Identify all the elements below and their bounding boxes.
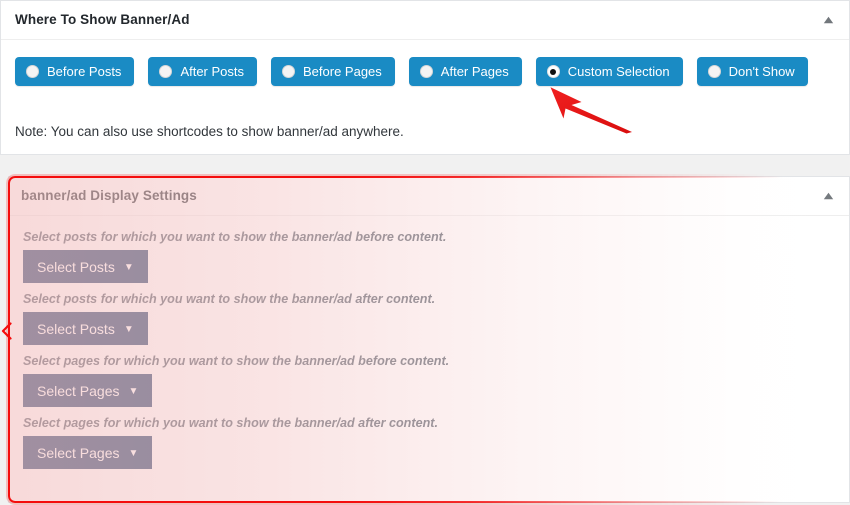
select-button-label: Select Pages (37, 444, 120, 461)
panel-body-display-settings: Select posts for which you want to show … (9, 216, 849, 478)
radio-unchecked-icon (159, 65, 173, 78)
option-label: Before Pages (303, 64, 382, 79)
option-after-posts[interactable]: After Posts (148, 57, 258, 86)
option-label: After Pages (440, 64, 509, 79)
label-posts-after-content: Select posts for which you want to show … (23, 292, 436, 307)
radio-unchecked-icon (707, 65, 721, 78)
select-pages-after-dropdown[interactable]: Select Pages ▼ (23, 436, 153, 470)
label-pages-after-content: Select pages for which you want to show … (23, 416, 438, 431)
chevron-down-icon: ▼ (123, 261, 134, 273)
option-after-pages[interactable]: After Pages (408, 57, 522, 86)
panel-header-display-settings[interactable]: banner/ad Display Settings (9, 177, 849, 216)
option-before-posts[interactable]: Before Posts (15, 57, 135, 86)
where-to-show-options: Before Posts After Posts Before Pages Af… (1, 40, 849, 86)
label-pages-before-content: Select pages for which you want to show … (23, 354, 450, 369)
option-label: After Posts (180, 64, 245, 79)
panel-body-where-to-show: Before Posts After Posts Before Pages Af… (1, 40, 849, 139)
option-before-pages[interactable]: Before Pages (271, 57, 395, 86)
chevron-down-icon: ▼ (128, 447, 139, 459)
select-pages-before-dropdown[interactable]: Select Pages ▼ (23, 374, 153, 408)
panel-banner-ad-display-settings: banner/ad Display Settings Select posts … (8, 176, 850, 503)
shortcode-note: Note: You can also use shortcodes to sho… (15, 123, 404, 139)
option-custom-selection[interactable]: Custom Selection (535, 57, 683, 86)
triangle-up-icon[interactable] (819, 11, 837, 29)
page-title: Where To Show Banner/Ad (15, 12, 190, 28)
option-label: Before Posts (47, 64, 122, 79)
panel-header-where-to-show[interactable]: Where To Show Banner/Ad (1, 1, 849, 40)
display-settings-title: banner/ad Display Settings (21, 188, 197, 204)
label-posts-before-content: Select posts for which you want to show … (23, 230, 447, 244)
option-dont-show[interactable]: Don't Show (696, 57, 808, 86)
triangle-up-icon[interactable] (819, 187, 837, 205)
select-button-label: Select Pages (37, 382, 120, 399)
select-posts-after-dropdown[interactable]: Select Posts ▼ (23, 312, 148, 346)
panel-where-to-show-banner-ad: Where To Show Banner/Ad Before Posts Aft… (0, 0, 850, 155)
radio-unchecked-icon (282, 65, 296, 78)
option-label: Don't Show (728, 64, 795, 79)
radio-unchecked-icon (419, 65, 433, 78)
select-posts-before-dropdown[interactable]: Select Posts ▼ (23, 250, 148, 284)
chevron-down-icon: ▼ (128, 385, 139, 397)
option-label: Custom Selection (567, 64, 670, 79)
chevron-down-icon: ▼ (123, 323, 134, 335)
select-button-label: Select Posts (37, 320, 115, 337)
radio-unchecked-icon (26, 65, 39, 78)
radio-checked-icon (546, 65, 560, 78)
select-button-label: Select Posts (37, 258, 115, 275)
